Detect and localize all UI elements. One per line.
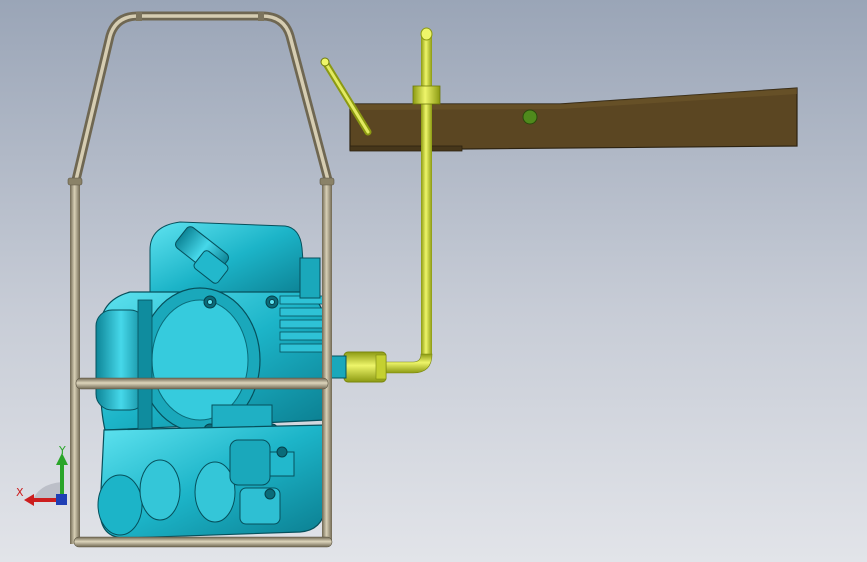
- boom-pivot-pin: [522, 109, 538, 125]
- cad-viewport[interactable]: Y X: [0, 0, 867, 562]
- model-view[interactable]: Y X: [0, 0, 867, 562]
- z-axis-marker: [56, 494, 67, 505]
- frame-crossbar: [75, 377, 329, 390]
- y-axis-label: Y: [58, 444, 66, 457]
- x-axis-label: X: [16, 486, 24, 499]
- control-rod[interactable]: [343, 27, 441, 383]
- angled-lever[interactable]: [320, 57, 372, 136]
- rod-collar: [412, 85, 441, 105]
- x-axis-arrowhead: [24, 494, 34, 506]
- coordinate-triad: Y X: [16, 444, 68, 506]
- frame-base-rail: [73, 536, 333, 548]
